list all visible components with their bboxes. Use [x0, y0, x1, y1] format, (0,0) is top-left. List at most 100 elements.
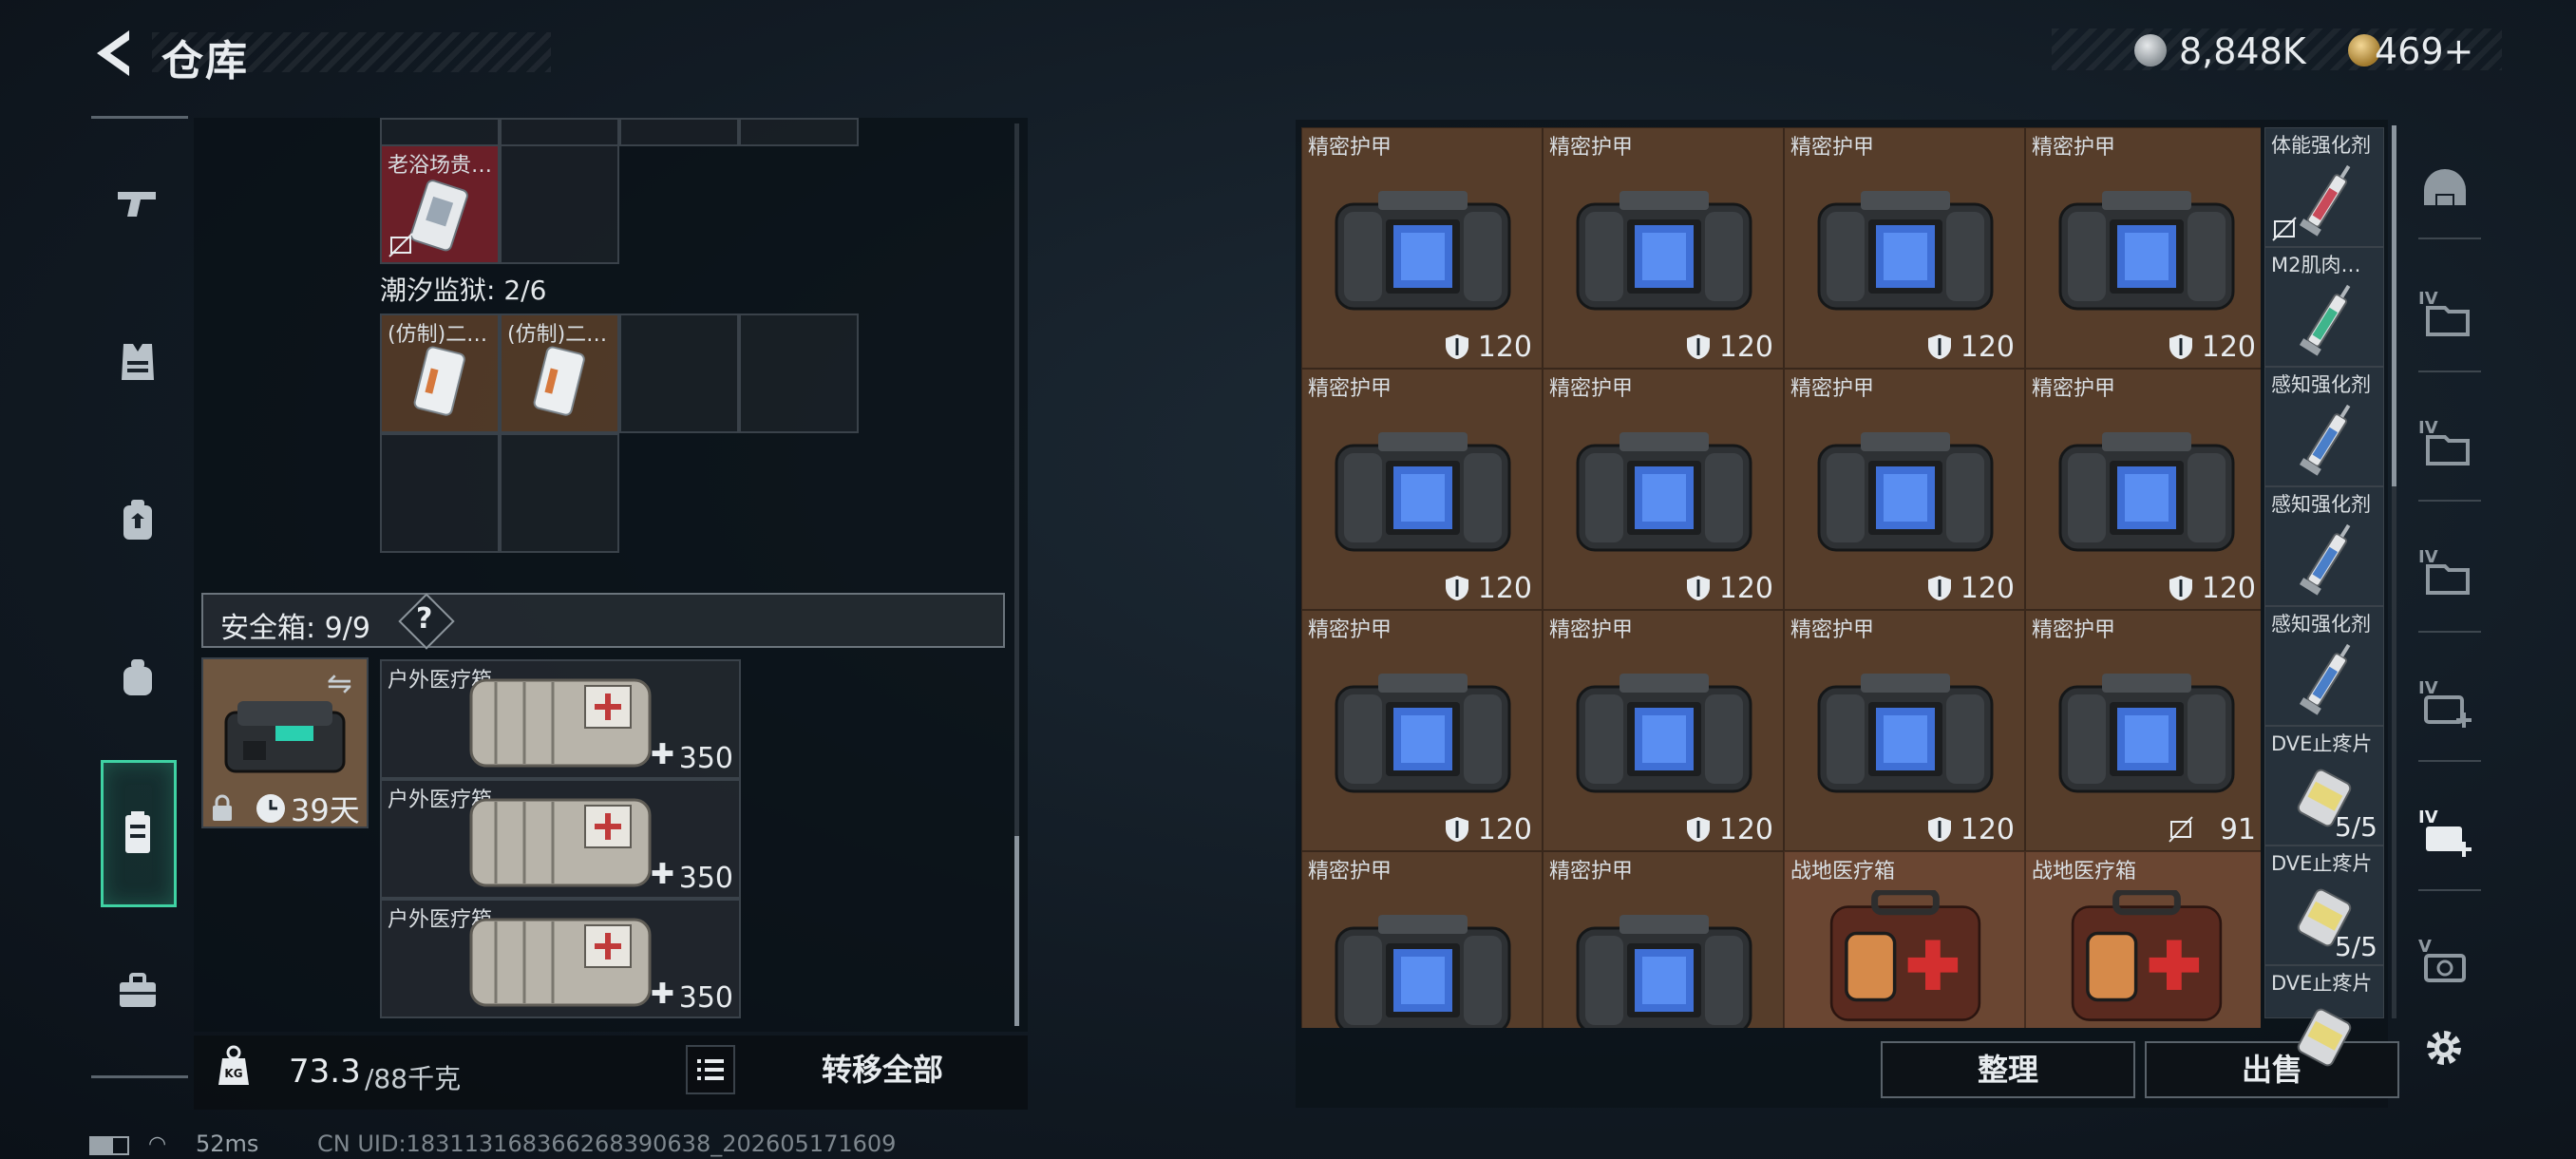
item-quantity: 5/5 [2334, 811, 2377, 843]
item-precision-armor[interactable]: 精密护甲 120 [1301, 369, 1543, 610]
item-precision-armor[interactable]: 精密护甲 120 [1301, 610, 1543, 851]
durability-shield-icon [1928, 334, 1951, 359]
item-outdoor-medkit[interactable]: 户外医疗箱 ✚ 350 [380, 659, 741, 779]
item-precision-armor[interactable]: 精密护甲 120 [1543, 369, 1784, 610]
item-consumable[interactable]: DVE止疼片 [2264, 965, 2384, 1067]
item-label: 精密护甲 [2032, 136, 2116, 160]
wifi-icon: ◠ [148, 1132, 167, 1156]
pistol-icon[interactable] [112, 179, 163, 230]
item-old-bathhouse[interactable]: 老浴场贵… [380, 144, 500, 264]
toolbox-icon[interactable] [112, 965, 163, 1016]
grid-cell[interactable] [500, 433, 619, 553]
no-trade-icon [388, 233, 413, 257]
item-label: 精密护甲 [1790, 618, 1875, 642]
weight-current: 73.3 [289, 1053, 361, 1091]
back-arrow-icon [97, 30, 129, 76]
folder-iv-icon[interactable]: IV [2416, 414, 2473, 471]
weight-capacity: /88千克 [365, 1063, 462, 1094]
armor-vest-icon [1817, 674, 1994, 793]
armor-vest-icon [1576, 432, 1752, 552]
item-label: 战地医疗箱 [1790, 860, 1896, 884]
syringe-icon [2299, 404, 2351, 476]
item-precision-armor[interactable]: 精密护甲 91 [2025, 610, 2261, 851]
item-precision-armor[interactable]: 精密护甲 120 [2025, 127, 2261, 369]
folder-iv-icon[interactable]: IV [2416, 285, 2473, 342]
item-precision-armor[interactable]: 精密护甲 120 [1301, 127, 1543, 369]
weight-icon: KG [218, 1045, 249, 1085]
item-consumable[interactable]: DVE止疼片 5/5 [2264, 846, 2384, 965]
safebox-label: 安全箱: 9/9 [220, 612, 370, 645]
grid-cell[interactable] [619, 314, 739, 433]
item-precision-armor[interactable]: 精密护甲 120 [1543, 610, 1784, 851]
item-consumable[interactable]: DVE止疼片 5/5 [2264, 726, 2384, 846]
item-label: 精密护甲 [1790, 377, 1875, 401]
help-icon: ? [416, 602, 433, 636]
grid-cell[interactable] [500, 144, 619, 264]
item-precision-armor[interactable]: 精密护甲 120 [1784, 610, 2025, 851]
back-button[interactable] [87, 25, 137, 82]
item-precision-armor[interactable]: 精密护甲 [1543, 851, 1784, 1028]
settings-icon[interactable] [2420, 1024, 2468, 1072]
rail-divider [2418, 631, 2481, 633]
grid-cell[interactable] [739, 314, 859, 433]
item-precision-armor[interactable]: 精密护甲 120 [1784, 369, 2025, 610]
safebox-icon[interactable] [112, 808, 163, 859]
item-label: 精密护甲 [1790, 136, 1875, 160]
item-field-medkit[interactable]: 战地医疗箱 [1784, 851, 2025, 1028]
grid-cell[interactable] [380, 118, 500, 146]
list-view-button[interactable] [686, 1045, 735, 1094]
durability-value: 120 [1718, 813, 1773, 846]
grid-cell[interactable] [500, 118, 619, 146]
item-consumable[interactable]: 感知强化剂 [2264, 367, 2384, 486]
item-consumable[interactable]: 体能强化剂 [2264, 127, 2384, 247]
item-outdoor-medkit[interactable]: 户外医疗箱 ✚ 350 [380, 779, 741, 899]
inventory-scroll-thumb[interactable] [1014, 836, 1019, 1026]
svg-text:KG: KG [224, 1067, 242, 1080]
item-label: 感知强化剂 [2271, 613, 2371, 636]
pill-bottle-icon [2297, 1008, 2352, 1067]
medkit-iv-add-icon[interactable]: IV [2416, 804, 2473, 861]
camera-v-icon[interactable]: V [2416, 933, 2473, 990]
rail-divider [2418, 238, 2481, 239]
folder-iv-icon[interactable]: IV [2416, 543, 2473, 600]
rail-divider [91, 116, 188, 119]
keycard-icon [409, 180, 468, 252]
item-label: 精密护甲 [1549, 136, 1634, 160]
list-icon [697, 1059, 724, 1080]
user-uid: CN UID:183113168366268390638_20260517160… [317, 1130, 897, 1157]
pouch-icon[interactable] [112, 652, 163, 703]
medkit-iv-add-icon[interactable]: IV [2416, 674, 2473, 732]
svg-text:IV: IV [2418, 678, 2438, 698]
item-precision-armor[interactable]: 精密护甲 120 [2025, 369, 2261, 610]
syringe-icon [2299, 643, 2351, 715]
grid-cell[interactable] [739, 118, 859, 146]
backpack-icon[interactable] [112, 494, 163, 545]
sort-button[interactable]: 整理 [1881, 1041, 2135, 1098]
grid-cell[interactable] [619, 118, 739, 146]
helmet-icon[interactable] [2416, 162, 2473, 218]
item-field-medkit[interactable]: 战地医疗箱 [2025, 851, 2261, 1028]
stash-grid[interactable]: 精密护甲 120 精密护甲 120 精密护甲 120 精密护甲 120 精密护甲 120 精密护甲 1… [1301, 127, 2261, 1028]
item-replica-card[interactable]: (仿制)二… [500, 314, 619, 433]
item-consumable[interactable]: M2肌肉… [2264, 247, 2384, 367]
svg-text:IV: IV [2418, 418, 2438, 438]
item-consumable[interactable]: 感知强化剂 [2264, 486, 2384, 606]
item-precision-armor[interactable]: 精密护甲 [1301, 851, 1543, 1028]
heal-value: 350 [678, 981, 733, 1015]
grid-cell[interactable] [380, 433, 500, 553]
gold-amount[interactable]: 469+ [2375, 30, 2473, 72]
durability-shield-icon [1928, 576, 1951, 600]
item-consumable[interactable]: 感知强化剂 [2264, 606, 2384, 726]
swap-icon[interactable]: ⇋ [327, 665, 352, 701]
item-replica-card[interactable]: (仿制)二… [380, 314, 500, 433]
battery-icon [89, 1136, 129, 1155]
item-precision-armor[interactable]: 精密护甲 120 [1543, 127, 1784, 369]
item-outdoor-medkit[interactable]: 户外医疗箱 ✚ 350 [380, 899, 741, 1018]
durability-shield-icon [2169, 334, 2192, 359]
transfer-all-button[interactable]: 转移全部 [745, 1043, 1020, 1096]
item-quantity: 5/5 [2334, 931, 2377, 962]
item-precision-armor[interactable]: 精密护甲 120 [1784, 127, 2025, 369]
stash-scroll-thumb[interactable] [2392, 125, 2396, 486]
vest-icon[interactable] [112, 336, 163, 388]
syringe-icon [2299, 523, 2351, 596]
